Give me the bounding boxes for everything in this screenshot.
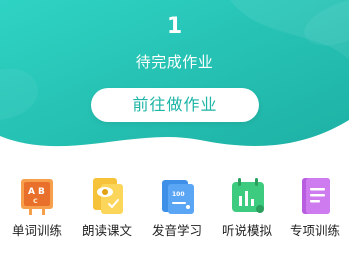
pronunciation-card-icon: 100 bbox=[162, 180, 194, 214]
feature-special-training[interactable]: 专项训练 bbox=[280, 172, 349, 248]
feature-label: 听说模拟 bbox=[221, 223, 272, 238]
pending-homework-label: 待完成作业 bbox=[135, 53, 214, 71]
feature-grid: A B c 单词训练 朗读课文 100 发音学习 听说模拟 专项训练 bbox=[0, 172, 349, 248]
feature-label: 发音学习 bbox=[151, 223, 202, 238]
go-to-homework-button[interactable]: 前往做作业 bbox=[91, 88, 259, 122]
svg-text:c: c bbox=[33, 196, 38, 205]
reading-eye-icon bbox=[93, 178, 123, 214]
feature-label: 单词训练 bbox=[11, 223, 62, 238]
feature-label: 朗读课文 bbox=[81, 223, 132, 238]
feature-label: 专项训练 bbox=[289, 223, 340, 238]
feature-listening-speaking[interactable]: 听说模拟 bbox=[212, 172, 282, 248]
feature-read-text[interactable]: 朗读课文 bbox=[72, 172, 142, 248]
abc-board-icon: A B c bbox=[21, 179, 53, 215]
listening-chart-icon bbox=[232, 178, 264, 213]
feature-word-training[interactable]: A B c 单词训练 bbox=[2, 172, 72, 248]
notebook-icon bbox=[302, 178, 330, 214]
homework-screen: 1 待完成作业 前往做作业 A B c 单词训练 朗读课文 100 发音学习 听… bbox=[0, 0, 349, 253]
svg-text:B: B bbox=[38, 187, 45, 197]
pending-homework-count: 1 bbox=[166, 14, 183, 39]
feature-pronunciation[interactable]: 100 发音学习 bbox=[142, 172, 212, 248]
svg-text:100: 100 bbox=[172, 191, 185, 198]
